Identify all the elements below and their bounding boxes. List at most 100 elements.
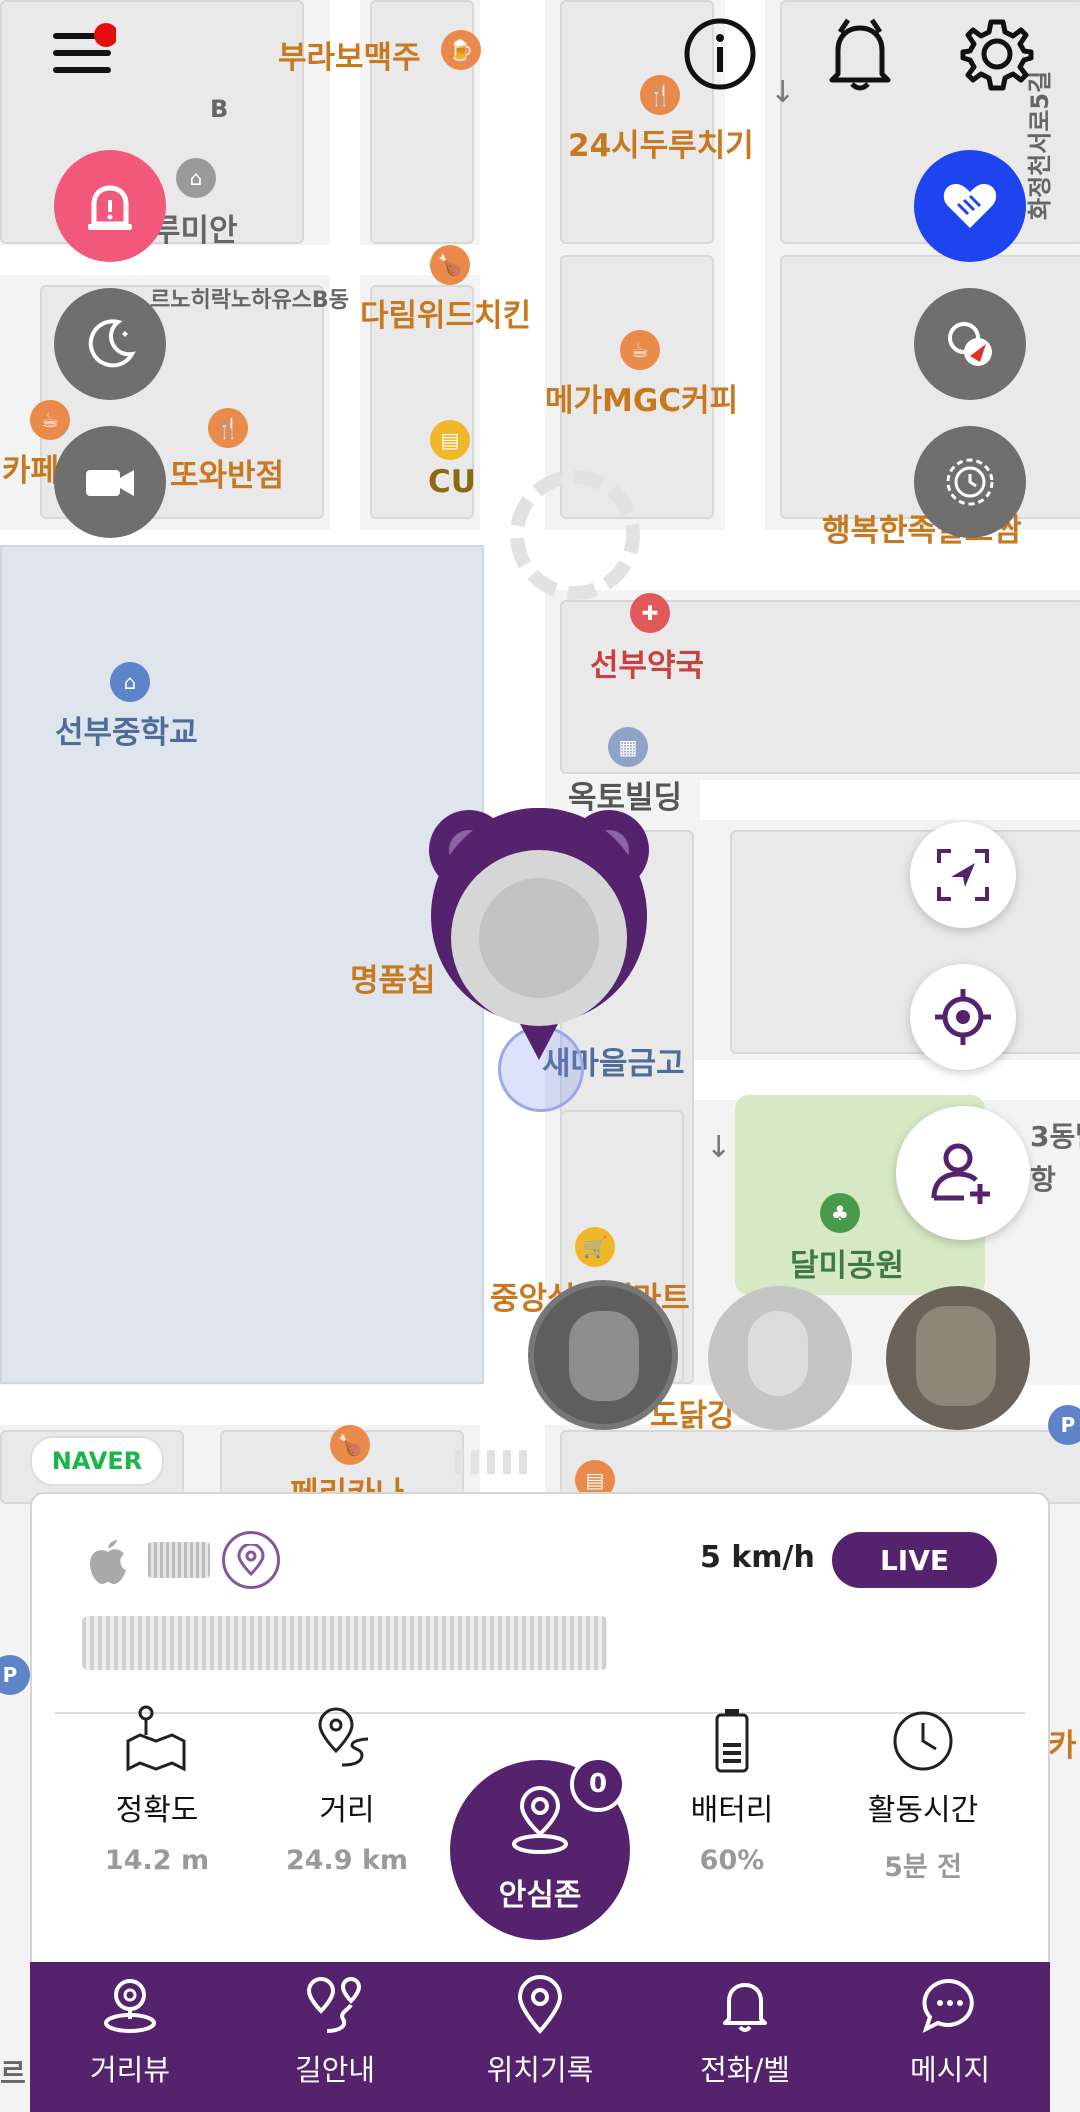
gear-icon — [960, 19, 1034, 91]
oneway-arrow-icon: ↓ — [706, 1130, 732, 1165]
device-name — [148, 1542, 210, 1578]
pharmacy-pin-icon[interactable]: ✚ — [630, 593, 670, 633]
oneway-arrow-icon: ↓ — [770, 75, 796, 110]
focus-locate-icon — [937, 849, 989, 901]
cafe-pin-icon[interactable]: ☕ — [620, 330, 660, 370]
info-icon — [684, 18, 756, 90]
nav-directions[interactable]: 길안내 — [250, 1975, 420, 2089]
bell-icon — [829, 18, 891, 91]
stat-label: 정확도 — [115, 1793, 199, 1828]
park-pin-icon[interactable]: ♣ — [820, 1193, 860, 1233]
apple-icon — [82, 1534, 134, 1586]
settings-button[interactable] — [955, 12, 1039, 96]
poi-label[interactable]: 선부중학교 — [55, 707, 198, 752]
poi-label[interactable]: 르노히락노하유스B동 — [150, 282, 349, 314]
night-mode-button[interactable] — [54, 288, 166, 400]
stat-activity-time[interactable]: 활동시간 5분 전 — [838, 1711, 1008, 1884]
add-member-button[interactable] — [896, 1106, 1030, 1240]
member-avatar[interactable] — [708, 1286, 852, 1430]
battery-icon — [715, 1709, 749, 1773]
safezone-label: 안심존 — [498, 1878, 582, 1913]
poi-label[interactable]: 카 — [1048, 1720, 1077, 1765]
parking-pin-icon[interactable]: P — [1048, 1405, 1080, 1445]
member-avatar[interactable] — [886, 1286, 1030, 1430]
live-badge[interactable]: LIVE — [832, 1532, 997, 1588]
stat-value: 5분 전 — [884, 1852, 962, 1883]
poi-label[interactable]: 3동달 — [1030, 1115, 1080, 1155]
stat-label: 거리 — [319, 1793, 375, 1828]
chicken-pin-icon[interactable]: 🍗 — [430, 245, 470, 285]
care-button[interactable] — [914, 150, 1026, 262]
distance-route-icon — [318, 1707, 369, 1767]
poi-label[interactable]: 르 — [0, 2052, 26, 2092]
poi-label[interactable]: 다림위드치킨 — [360, 290, 531, 335]
heart-handshake-icon — [943, 184, 997, 228]
location-pin-icon — [517, 1975, 563, 2034]
naver-logo: NAVER — [30, 1436, 164, 1486]
building-label: B — [210, 95, 229, 123]
poi-label[interactable]: 24시두루치기 — [568, 120, 754, 165]
poi-label[interactable]: 선부약국 — [590, 640, 704, 685]
clock-icon — [893, 1711, 953, 1771]
emergency-alert-button[interactable] — [54, 150, 166, 262]
cafe-pin-icon[interactable]: ☕ — [30, 400, 70, 440]
chat-bubble-icon — [922, 1978, 974, 2033]
parking-pin-icon[interactable]: P — [0, 1655, 30, 1695]
poi-label[interactable]: CU — [428, 464, 476, 500]
nav-location-history[interactable]: 위치기록 — [455, 1975, 625, 2089]
house-pin-icon[interactable]: ⌂ — [176, 158, 216, 198]
stat-value: 14.2 m — [104, 1845, 210, 1876]
member-location-marker[interactable] — [427, 807, 651, 1068]
menu-button[interactable] — [48, 18, 118, 88]
stat-label: 활동시간 — [867, 1793, 979, 1828]
school-pin-icon[interactable]: ⌂ — [110, 662, 150, 702]
add-user-icon — [931, 1143, 990, 1204]
poi-label[interactable]: 메가MGC커피 — [545, 375, 738, 420]
history-icon — [946, 458, 994, 506]
location-badge[interactable] — [222, 1531, 280, 1589]
focus-location-button[interactable] — [910, 822, 1016, 928]
video-button[interactable] — [54, 426, 166, 538]
store-pin-icon[interactable]: ▤ — [430, 420, 470, 460]
poi-label[interactable]: 또와반점 — [170, 450, 284, 495]
poi-label[interactable]: 명품칩 — [350, 955, 436, 1000]
building-pin-icon[interactable]: ▦ — [608, 727, 648, 767]
nav-street-view[interactable]: 거리뷰 — [45, 1975, 215, 2089]
stat-value: 60% — [699, 1845, 765, 1876]
info-button[interactable] — [680, 14, 760, 94]
alert-siren-icon — [88, 185, 132, 230]
notification-button[interactable] — [818, 12, 902, 96]
mart-pin-icon[interactable]: 🛒 — [575, 1227, 615, 1267]
crosswalk — [455, 1450, 535, 1474]
stat-battery[interactable]: 배터리 60% — [647, 1709, 817, 1876]
nav-label: 메시지 — [909, 2053, 991, 2087]
restaurant-pin-icon[interactable]: 🍴 — [208, 408, 248, 448]
nav-label: 위치기록 — [486, 2053, 594, 2087]
history-button[interactable] — [914, 426, 1026, 538]
beer-pin-icon[interactable]: 🍺 — [441, 30, 481, 70]
crosswalk — [510, 470, 640, 600]
nav-label: 전화/벨 — [700, 2053, 790, 2087]
poi-label[interactable]: 부라보맥주 — [278, 32, 421, 77]
bell-icon — [723, 1983, 767, 2032]
poi-label[interactable]: 달미공원 — [790, 1240, 904, 1285]
nav-call-bell[interactable]: 전화/벨 — [660, 1975, 830, 2089]
accuracy-map-icon — [126, 1705, 186, 1772]
route-button[interactable] — [914, 288, 1026, 400]
chicken-pin-icon[interactable]: 🍗 — [330, 1425, 370, 1465]
poi-label[interactable]: 항 — [1030, 1158, 1056, 1198]
stat-label: 배터리 — [690, 1793, 774, 1828]
stat-distance[interactable]: 거리 24.9 km — [262, 1707, 432, 1876]
restaurant-pin-icon[interactable]: 🍴 — [640, 75, 680, 115]
my-location-button[interactable] — [910, 964, 1016, 1070]
stat-value: 24.9 km — [285, 1845, 409, 1876]
member-avatar[interactable] — [528, 1280, 678, 1430]
menu-icon — [53, 23, 116, 73]
nav-message[interactable]: 메시지 — [865, 1975, 1035, 2089]
nav-label: 거리뷰 — [89, 2053, 171, 2087]
crosshair-icon — [935, 989, 991, 1045]
directions-icon — [306, 1977, 362, 2033]
moon-icon — [88, 319, 136, 368]
stat-accuracy[interactable]: 정확도 14.2 m — [72, 1705, 242, 1876]
divider — [55, 1712, 1025, 1714]
